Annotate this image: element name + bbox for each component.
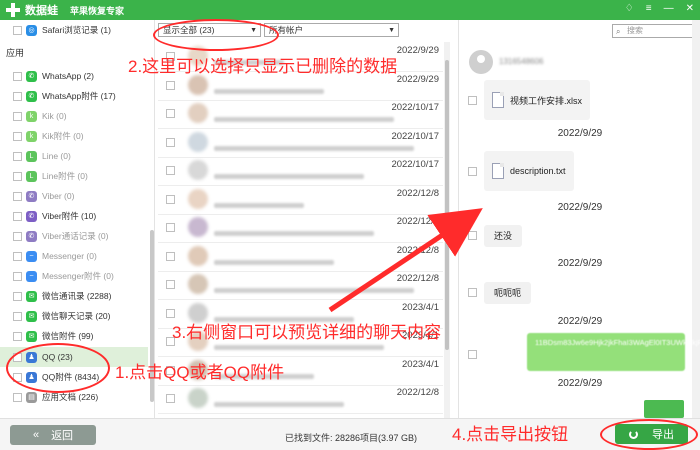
annotation-step-1: 1.点击QQ或者QQ附件 xyxy=(115,363,285,382)
annotation-step-4: 4.点击导出按钮 xyxy=(452,425,569,444)
annotation-step-3: 3.右侧窗口可以预览详细的聊天内容 xyxy=(172,323,442,342)
annotation-step-2: 2.这里可以选择只显示已删除的数据 xyxy=(128,57,398,76)
